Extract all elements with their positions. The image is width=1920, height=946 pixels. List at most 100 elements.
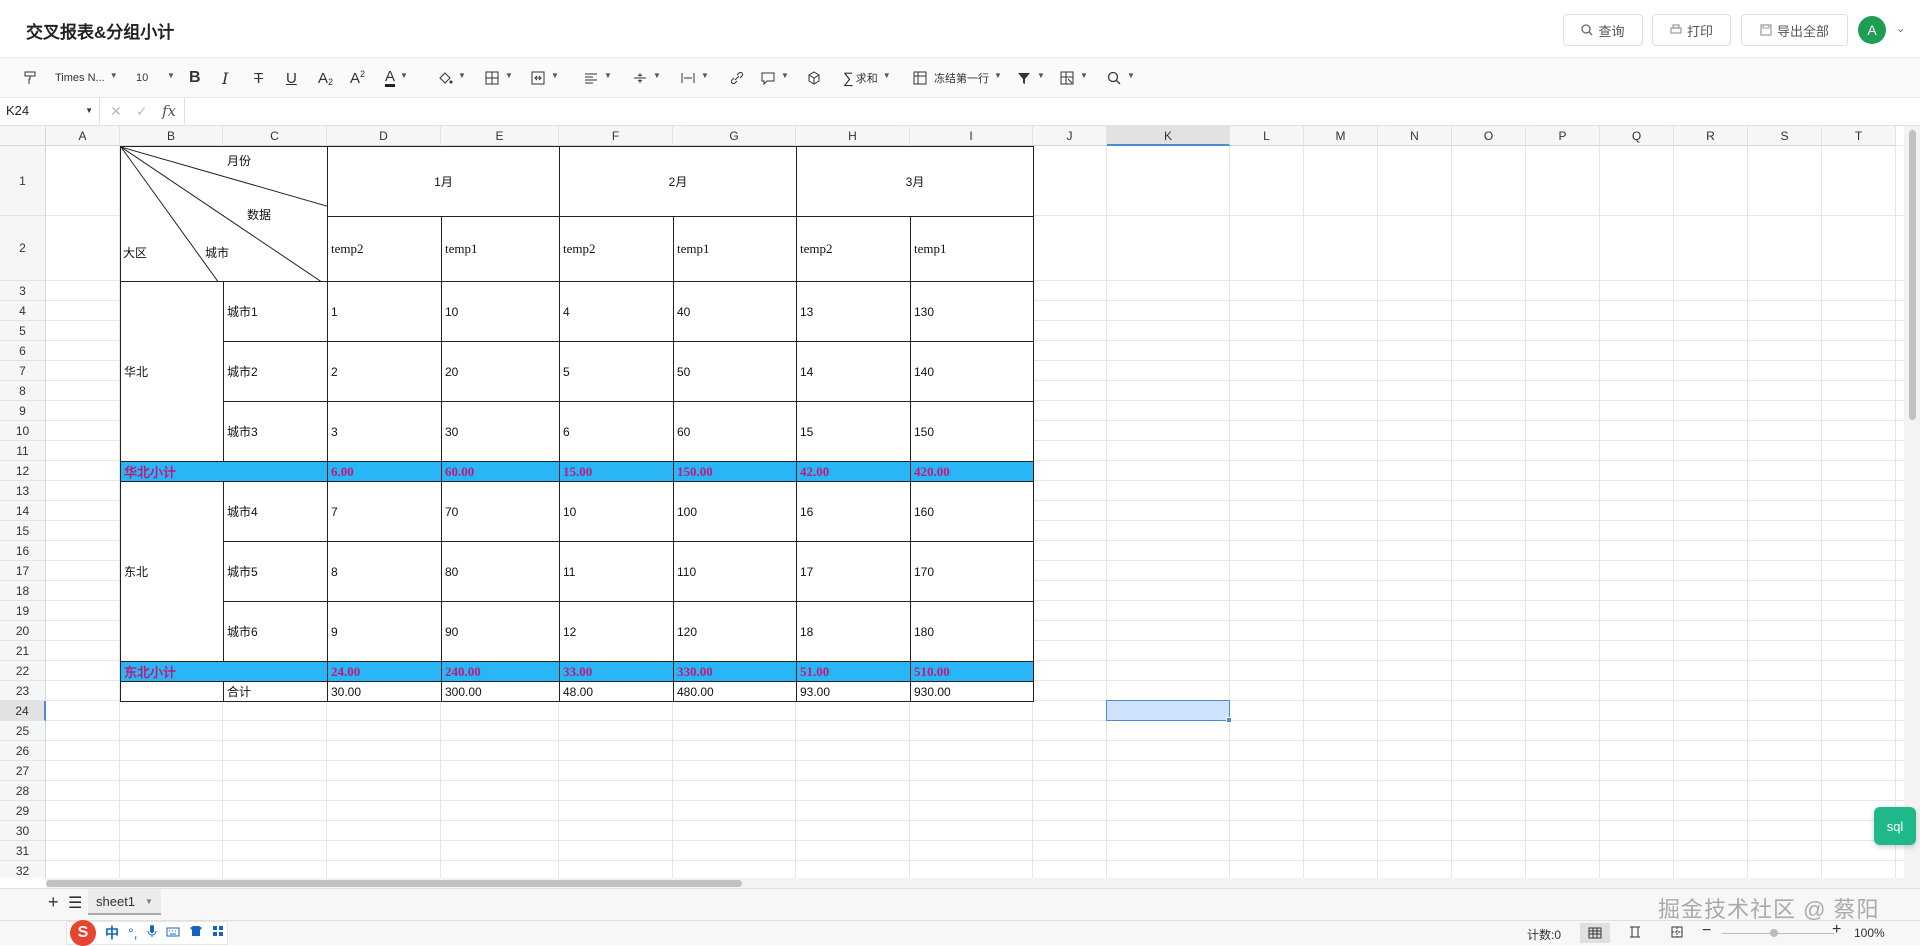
row-header-3[interactable]: 3 [0, 281, 46, 301]
data-cell[interactable]: 140 [910, 341, 1034, 402]
data-cell[interactable]: 3 [327, 401, 442, 462]
data-cell[interactable]: 6 [559, 401, 674, 462]
column-header-f[interactable]: F [559, 126, 673, 146]
border-icon[interactable]: ▼ [484, 66, 513, 90]
name-box[interactable]: K24 ▼ [0, 98, 100, 125]
subtotal-label-cell[interactable]: 华北小计 [120, 461, 328, 482]
total-blank-cell[interactable] [120, 681, 224, 702]
row-header-1[interactable]: 1 [0, 146, 46, 216]
data-cell[interactable]: 4 [559, 281, 674, 342]
data-cell[interactable]: 100 [673, 481, 797, 542]
sheet-tab[interactable]: sheet1 ▼ [88, 889, 161, 915]
sogou-logo-icon[interactable]: S [70, 920, 96, 946]
column-header-e[interactable]: E [441, 126, 559, 146]
row-header-26[interactable]: 26 [0, 741, 46, 761]
row-header-6[interactable]: 6 [0, 341, 46, 361]
row-header-11[interactable]: 11 [0, 441, 46, 461]
row-header-24[interactable]: 24 [0, 701, 46, 721]
sql-button[interactable]: sql [1874, 807, 1916, 845]
column-header-q[interactable]: Q [1600, 126, 1674, 146]
data-cell[interactable]: 9 [327, 601, 442, 662]
data-cell[interactable]: 5 [559, 341, 674, 402]
row-header-17[interactable]: 17 [0, 561, 46, 581]
cube-icon[interactable] [806, 66, 822, 90]
zoom-out-icon[interactable]: − [1702, 922, 1711, 940]
punctuation-icon[interactable]: °, [128, 925, 138, 941]
column-header-k[interactable]: K [1107, 126, 1230, 146]
superscript-icon[interactable]: A2 [350, 66, 365, 90]
data-cell[interactable]: 18 [796, 601, 911, 662]
data-cell[interactable]: 20 [441, 341, 560, 402]
metric-header[interactable]: temp1 [673, 216, 797, 282]
subtotal-label-cell[interactable]: 东北小计 [120, 661, 328, 682]
data-cell[interactable]: 130 [910, 281, 1034, 342]
row-header-14[interactable]: 14 [0, 501, 46, 521]
column-header-o[interactable]: O [1452, 126, 1526, 146]
data-cell[interactable]: 8 [327, 541, 442, 602]
city-cell[interactable]: 城市2 [223, 341, 328, 402]
row-header-29[interactable]: 29 [0, 801, 46, 821]
column-header-m[interactable]: M [1304, 126, 1378, 146]
format-painter-icon[interactable] [23, 66, 39, 90]
metric-header[interactable]: temp2 [796, 216, 911, 282]
avatar[interactable]: A [1858, 16, 1886, 44]
metric-header[interactable]: temp1 [910, 216, 1034, 282]
row-header-22[interactable]: 22 [0, 661, 46, 681]
data-cell[interactable]: 180 [910, 601, 1034, 662]
data-cell[interactable]: 1 [327, 281, 442, 342]
metric-header[interactable]: temp2 [327, 216, 442, 282]
function-icon[interactable]: fx [162, 102, 176, 120]
data-cell[interactable]: 10 [559, 481, 674, 542]
subscript-icon[interactable]: A2 [318, 66, 333, 90]
data-cell[interactable]: 2 [327, 341, 442, 402]
column-header-t[interactable]: T [1822, 126, 1896, 146]
row-header-19[interactable]: 19 [0, 601, 46, 621]
data-cell[interactable]: 80 [441, 541, 560, 602]
city-cell[interactable]: 城市4 [223, 481, 328, 542]
column-header-c[interactable]: C [223, 126, 327, 146]
row-header-31[interactable]: 31 [0, 841, 46, 861]
vertical-align-icon[interactable]: ▼ [632, 66, 661, 90]
strikethrough-icon[interactable]: T [254, 66, 263, 90]
column-header-p[interactable]: P [1526, 126, 1600, 146]
column-header-n[interactable]: N [1378, 126, 1452, 146]
data-cell[interactable]: 30 [441, 401, 560, 462]
row-header-16[interactable]: 16 [0, 541, 46, 561]
city-cell[interactable]: 城市5 [223, 541, 328, 602]
vertical-scrollbar[interactable] [1904, 126, 1920, 888]
subtotal-cell[interactable]: 420.00 [910, 461, 1034, 482]
font-family-select[interactable]: Times N... ▼ [55, 66, 118, 90]
row-header-30[interactable]: 30 [0, 821, 46, 841]
metric-header[interactable]: temp1 [441, 216, 560, 282]
freeze-button[interactable]: 冻结第一行 ▼ [912, 66, 1002, 90]
column-header-a[interactable]: A [46, 126, 120, 146]
column-header-g[interactable]: G [673, 126, 796, 146]
column-header-j[interactable]: J [1033, 126, 1107, 146]
data-cell[interactable]: 50 [673, 341, 797, 402]
zoom-slider-handle[interactable] [1770, 929, 1778, 937]
scroll-thumb[interactable] [1909, 130, 1916, 420]
data-cell[interactable]: 16 [796, 481, 911, 542]
subtotal-cell[interactable]: 6.00 [327, 461, 442, 482]
row-header-25[interactable]: 25 [0, 721, 46, 741]
merge-cells-icon[interactable]: ▼ [530, 66, 559, 90]
font-size-select[interactable]: 10 ▼ [136, 66, 175, 90]
month-header[interactable]: 2月 [559, 146, 797, 217]
data-cell[interactable]: 12 [559, 601, 674, 662]
data-cell[interactable]: 150 [910, 401, 1034, 462]
subtotal-cell[interactable]: 51.00 [796, 661, 911, 682]
bold-icon[interactable]: B [189, 66, 201, 90]
column-header-i[interactable]: I [910, 126, 1033, 146]
total-cell[interactable]: 930.00 [910, 681, 1034, 702]
total-cell[interactable]: 480.00 [673, 681, 797, 702]
region-cell[interactable]: 东北 [120, 481, 224, 662]
row-header-4[interactable]: 4 [0, 301, 46, 321]
column-header-b[interactable]: B [120, 126, 223, 146]
subtotal-cell[interactable]: 510.00 [910, 661, 1034, 682]
subtotal-cell[interactable]: 24.00 [327, 661, 442, 682]
row-header-18[interactable]: 18 [0, 581, 46, 601]
data-cell[interactable]: 7 [327, 481, 442, 542]
data-cell[interactable]: 90 [441, 601, 560, 662]
italic-icon[interactable]: I [222, 66, 228, 90]
data-cell[interactable]: 13 [796, 281, 911, 342]
